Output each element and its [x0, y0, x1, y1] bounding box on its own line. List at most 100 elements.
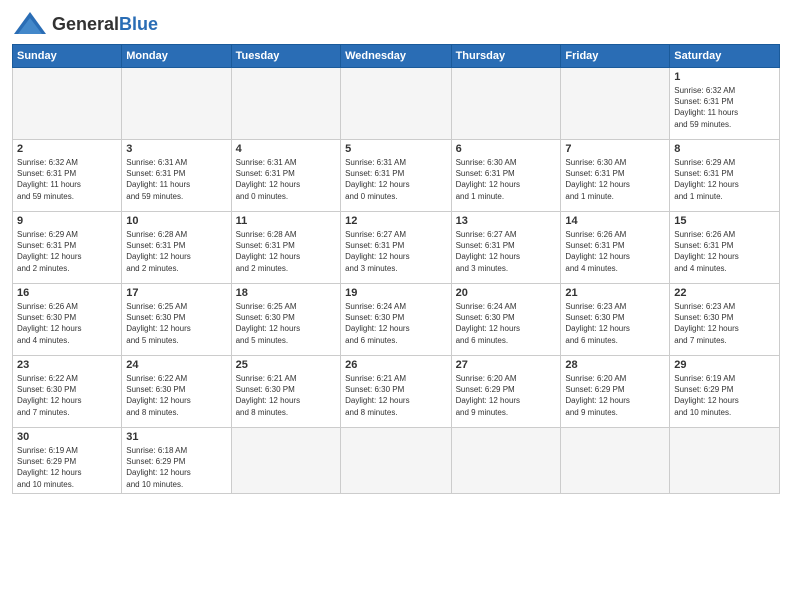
day-info: Sunrise: 6:20 AMSunset: 6:29 PMDaylight:…: [456, 373, 557, 418]
day-number: 25: [236, 359, 336, 371]
day-info: Sunrise: 6:22 AMSunset: 6:30 PMDaylight:…: [17, 373, 117, 418]
day-info: Sunrise: 6:20 AMSunset: 6:29 PMDaylight:…: [565, 373, 665, 418]
day-number: 13: [456, 215, 557, 227]
day-info: Sunrise: 6:19 AMSunset: 6:29 PMDaylight:…: [674, 373, 775, 418]
day-cell: [451, 428, 561, 494]
day-number: 22: [674, 287, 775, 299]
day-cell: [231, 428, 340, 494]
week-row-5: 23 Sunrise: 6:22 AMSunset: 6:30 PMDayligh…: [13, 356, 780, 428]
day-info: Sunrise: 6:28 AMSunset: 6:31 PMDaylight:…: [236, 229, 336, 274]
weekday-header-sunday: Sunday: [13, 45, 122, 68]
day-number: 2: [17, 143, 117, 155]
day-cell: 28 Sunrise: 6:20 AMSunset: 6:29 PMDayligh…: [561, 356, 670, 428]
day-cell: 17 Sunrise: 6:25 AMSunset: 6:30 PMDayligh…: [122, 284, 231, 356]
day-cell: 10 Sunrise: 6:28 AMSunset: 6:31 PMDayligh…: [122, 212, 231, 284]
day-info: Sunrise: 6:30 AMSunset: 6:31 PMDaylight:…: [565, 157, 665, 202]
day-number: 28: [565, 359, 665, 371]
day-info: Sunrise: 6:31 AMSunset: 6:31 PMDaylight:…: [236, 157, 336, 202]
day-number: 10: [126, 215, 226, 227]
day-cell: [231, 68, 340, 140]
weekday-header-wednesday: Wednesday: [341, 45, 451, 68]
day-cell: 12Sunrise: 6:27 AMSunset: 6:31 PMDayligh…: [341, 212, 451, 284]
day-cell: [561, 428, 670, 494]
day-cell: 9 Sunrise: 6:29 AMSunset: 6:31 PMDaylight…: [13, 212, 122, 284]
day-number: 17: [126, 287, 226, 299]
day-number: 9: [17, 215, 117, 227]
day-cell: [122, 68, 231, 140]
day-number: 18: [236, 287, 336, 299]
day-cell: [561, 68, 670, 140]
weekday-header-friday: Friday: [561, 45, 670, 68]
day-cell: 27Sunrise: 6:20 AMSunset: 6:29 PMDayligh…: [451, 356, 561, 428]
day-info: Sunrise: 6:24 AMSunset: 6:30 PMDaylight:…: [345, 301, 446, 346]
day-cell: 15Sunrise: 6:26 AMSunset: 6:31 PMDayligh…: [670, 212, 780, 284]
day-cell: 22 Sunrise: 6:23 AMSunset: 6:30 PMDayligh…: [670, 284, 780, 356]
day-cell: 29 Sunrise: 6:19 AMSunset: 6:29 PMDayligh…: [670, 356, 780, 428]
day-cell: 8Sunrise: 6:29 AMSunset: 6:31 PMDaylight…: [670, 140, 780, 212]
day-cell: [341, 428, 451, 494]
day-number: 30: [17, 431, 117, 443]
day-number: 31: [126, 431, 226, 443]
day-cell: 6Sunrise: 6:30 AMSunset: 6:31 PMDaylight…: [451, 140, 561, 212]
day-number: 4: [236, 143, 336, 155]
day-number: 14: [565, 215, 665, 227]
day-info: Sunrise: 6:31 AMSunset: 6:31 PMDaylight:…: [345, 157, 446, 202]
day-info: Sunrise: 6:23 AMSunset: 6:30 PMDaylight:…: [565, 301, 665, 346]
calendar-table: SundayMondayTuesdayWednesdayThursdayFrid…: [12, 44, 780, 494]
logo: GeneralBlue: [12, 10, 158, 38]
day-number: 5: [345, 143, 446, 155]
day-cell: 18 Sunrise: 6:25 AMSunset: 6:30 PMDayligh…: [231, 284, 340, 356]
day-number: 24: [126, 359, 226, 371]
day-number: 23: [17, 359, 117, 371]
day-info: Sunrise: 6:32 AMSunset: 6:31 PMDaylight:…: [674, 85, 775, 130]
day-cell: 7 Sunrise: 6:30 AMSunset: 6:31 PMDaylight…: [561, 140, 670, 212]
day-cell: 21 Sunrise: 6:23 AMSunset: 6:30 PMDayligh…: [561, 284, 670, 356]
day-info: Sunrise: 6:26 AMSunset: 6:31 PMDaylight:…: [565, 229, 665, 274]
day-cell: [451, 68, 561, 140]
week-row-3: 9 Sunrise: 6:29 AMSunset: 6:31 PMDaylight…: [13, 212, 780, 284]
day-cell: 4 Sunrise: 6:31 AMSunset: 6:31 PMDaylight…: [231, 140, 340, 212]
logo-icon: [12, 10, 48, 38]
day-cell: [670, 428, 780, 494]
day-info: Sunrise: 6:31 AMSunset: 6:31 PMDaylight:…: [126, 157, 226, 202]
day-cell: 1Sunrise: 6:32 AMSunset: 6:31 PMDaylight…: [670, 68, 780, 140]
day-number: 21: [565, 287, 665, 299]
weekday-header-tuesday: Tuesday: [231, 45, 340, 68]
day-cell: 2 Sunrise: 6:32 AMSunset: 6:31 PMDaylight…: [13, 140, 122, 212]
day-cell: 30Sunrise: 6:19 AMSunset: 6:29 PMDayligh…: [13, 428, 122, 494]
week-row-6: 30Sunrise: 6:19 AMSunset: 6:29 PMDayligh…: [13, 428, 780, 494]
day-info: Sunrise: 6:23 AMSunset: 6:30 PMDaylight:…: [674, 301, 775, 346]
day-cell: 5 Sunrise: 6:31 AMSunset: 6:31 PMDaylight…: [341, 140, 451, 212]
weekday-header-thursday: Thursday: [451, 45, 561, 68]
day-number: 11: [236, 215, 336, 227]
day-info: Sunrise: 6:28 AMSunset: 6:31 PMDaylight:…: [126, 229, 226, 274]
weekday-header-row: SundayMondayTuesdayWednesdayThursdayFrid…: [13, 45, 780, 68]
day-info: Sunrise: 6:27 AMSunset: 6:31 PMDaylight:…: [456, 229, 557, 274]
day-number: 16: [17, 287, 117, 299]
day-info: Sunrise: 6:26 AMSunset: 6:31 PMDaylight:…: [674, 229, 775, 274]
day-info: Sunrise: 6:25 AMSunset: 6:30 PMDaylight:…: [126, 301, 226, 346]
day-cell: 14 Sunrise: 6:26 AMSunset: 6:31 PMDayligh…: [561, 212, 670, 284]
day-cell: 11 Sunrise: 6:28 AMSunset: 6:31 PMDayligh…: [231, 212, 340, 284]
header: GeneralBlue: [12, 10, 780, 38]
week-row-1: 1Sunrise: 6:32 AMSunset: 6:31 PMDaylight…: [13, 68, 780, 140]
day-cell: 20Sunrise: 6:24 AMSunset: 6:30 PMDayligh…: [451, 284, 561, 356]
weekday-header-saturday: Saturday: [670, 45, 780, 68]
day-info: Sunrise: 6:30 AMSunset: 6:31 PMDaylight:…: [456, 157, 557, 202]
day-number: 7: [565, 143, 665, 155]
day-number: 29: [674, 359, 775, 371]
week-row-4: 16Sunrise: 6:26 AMSunset: 6:30 PMDayligh…: [13, 284, 780, 356]
day-cell: 13 Sunrise: 6:27 AMSunset: 6:31 PMDayligh…: [451, 212, 561, 284]
day-info: Sunrise: 6:25 AMSunset: 6:30 PMDaylight:…: [236, 301, 336, 346]
day-info: Sunrise: 6:32 AMSunset: 6:31 PMDaylight:…: [17, 157, 117, 202]
day-cell: 3Sunrise: 6:31 AMSunset: 6:31 PMDaylight…: [122, 140, 231, 212]
day-cell: 23 Sunrise: 6:22 AMSunset: 6:30 PMDayligh…: [13, 356, 122, 428]
day-info: Sunrise: 6:21 AMSunset: 6:30 PMDaylight:…: [345, 373, 446, 418]
logo-text: GeneralBlue: [52, 14, 158, 35]
day-info: Sunrise: 6:21 AMSunset: 6:30 PMDaylight:…: [236, 373, 336, 418]
day-cell: 24Sunrise: 6:22 AMSunset: 6:30 PMDayligh…: [122, 356, 231, 428]
day-cell: [13, 68, 122, 140]
day-number: 12: [345, 215, 446, 227]
calendar-page: GeneralBlue SundayMondayTuesdayWednesday…: [0, 0, 792, 612]
day-info: Sunrise: 6:29 AMSunset: 6:31 PMDaylight:…: [17, 229, 117, 274]
